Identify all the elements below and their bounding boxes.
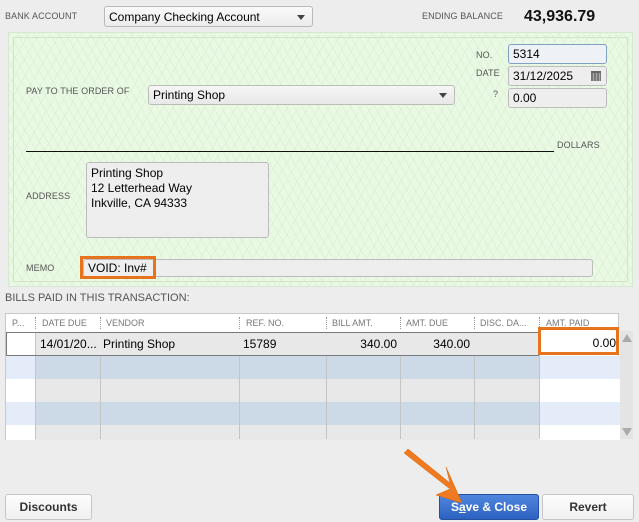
cell-date-due: 14/01/20...	[40, 337, 97, 351]
ending-balance-value: 43,936.79	[524, 8, 596, 25]
row-cell	[539, 356, 620, 379]
save-close-label-b: a	[458, 500, 466, 514]
column-divider[interactable]	[35, 317, 36, 329]
chevron-down-icon	[297, 15, 305, 20]
col-header-date-due[interactable]: DATE DUE	[42, 318, 87, 328]
table-row-empty[interactable]	[6, 356, 618, 379]
save-close-label-c: ve & Close	[465, 500, 528, 514]
cell-amt-due: 340.00	[433, 337, 470, 351]
cell-bill-amt: 340.00	[360, 337, 397, 351]
column-divider[interactable]	[239, 317, 240, 329]
cell-vendor: Printing Shop	[103, 337, 176, 351]
pay-to-dropdown[interactable]: Printing Shop	[148, 85, 455, 105]
row-cell	[6, 425, 35, 440]
column-divider[interactable]	[474, 317, 475, 329]
dollars-label: DOLLARS	[557, 140, 600, 150]
row-cell	[539, 402, 620, 425]
col-header-bill-amt[interactable]: BILL AMT.	[332, 318, 373, 328]
memo-label: MEMO	[26, 263, 55, 273]
pay-to-label: PAY TO THE ORDER OF	[26, 86, 130, 96]
pay-to-value: Printing Shop	[153, 88, 226, 102]
address-textarea[interactable]: Printing Shop 12 Letterhead Way Inkville…	[86, 162, 269, 238]
col-header-disc-date[interactable]: DISC. DA...	[480, 318, 527, 328]
column-divider[interactable]	[326, 317, 327, 329]
col-header-pay[interactable]: P...	[12, 318, 24, 328]
row-cell	[6, 379, 35, 402]
pay-checkbox-cell[interactable]	[7, 333, 36, 355]
table-scrollbar[interactable]	[620, 331, 633, 439]
table-row[interactable]: 14/01/20... Printing Shop 15789 340.00 3…	[6, 332, 539, 356]
dollars-line	[26, 151, 554, 152]
memo-input[interactable]: VOID: Inv#	[83, 259, 593, 277]
column-divider[interactable]	[100, 317, 101, 329]
bank-account-value: Company Checking Account	[109, 10, 260, 24]
table-row-empty[interactable]	[6, 379, 618, 402]
calendar-icon[interactable]	[591, 71, 601, 81]
date-value: 31/12/2025	[513, 69, 574, 83]
cell-ref-no: 15789	[243, 337, 277, 351]
table-row-empty[interactable]	[6, 425, 618, 440]
discounts-button[interactable]: Discounts	[5, 494, 92, 520]
table-header: P... DATE DUE VENDOR REF. NO. BILL AMT. …	[6, 314, 618, 332]
amount-input[interactable]: 0.00	[508, 88, 607, 108]
date-label: DATE	[476, 68, 500, 78]
bills-table: P... DATE DUE VENDOR REF. NO. BILL AMT. …	[5, 313, 620, 440]
amt-paid-highlight-box	[538, 327, 619, 355]
row-cell	[539, 425, 620, 440]
bills-section-title: BILLS PAID IN THIS TRANSACTION:	[5, 292, 190, 304]
col-header-ref-no[interactable]: REF. NO.	[246, 318, 284, 328]
column-divider[interactable]	[400, 317, 401, 329]
bank-account-dropdown[interactable]: Company Checking Account	[104, 6, 313, 27]
table-row-empty[interactable]	[6, 402, 618, 425]
col-header-vendor[interactable]: VENDOR	[106, 318, 145, 328]
chevron-down-icon	[439, 93, 447, 98]
scroll-up-icon[interactable]	[622, 334, 632, 342]
row-cell	[6, 402, 35, 425]
address-label: ADDRESS	[26, 191, 71, 201]
bank-account-label: BANK ACCOUNT	[5, 11, 78, 21]
save-close-button[interactable]: Save & Close	[439, 494, 539, 520]
check-number-label: NO.	[476, 50, 493, 60]
scroll-down-icon[interactable]	[622, 428, 632, 436]
row-cell	[6, 356, 35, 379]
check-number-input[interactable]: 5314	[508, 44, 607, 64]
date-input[interactable]: 31/12/2025	[508, 66, 607, 86]
row-cell	[539, 379, 620, 402]
save-close-label-a: S	[450, 500, 459, 514]
revert-button[interactable]: Revert	[542, 494, 634, 520]
col-header-amt-due[interactable]: AMT. DUE	[406, 318, 448, 328]
ending-balance-label: ENDING BALANCE	[422, 11, 503, 21]
amount-label: ?	[493, 89, 499, 99]
